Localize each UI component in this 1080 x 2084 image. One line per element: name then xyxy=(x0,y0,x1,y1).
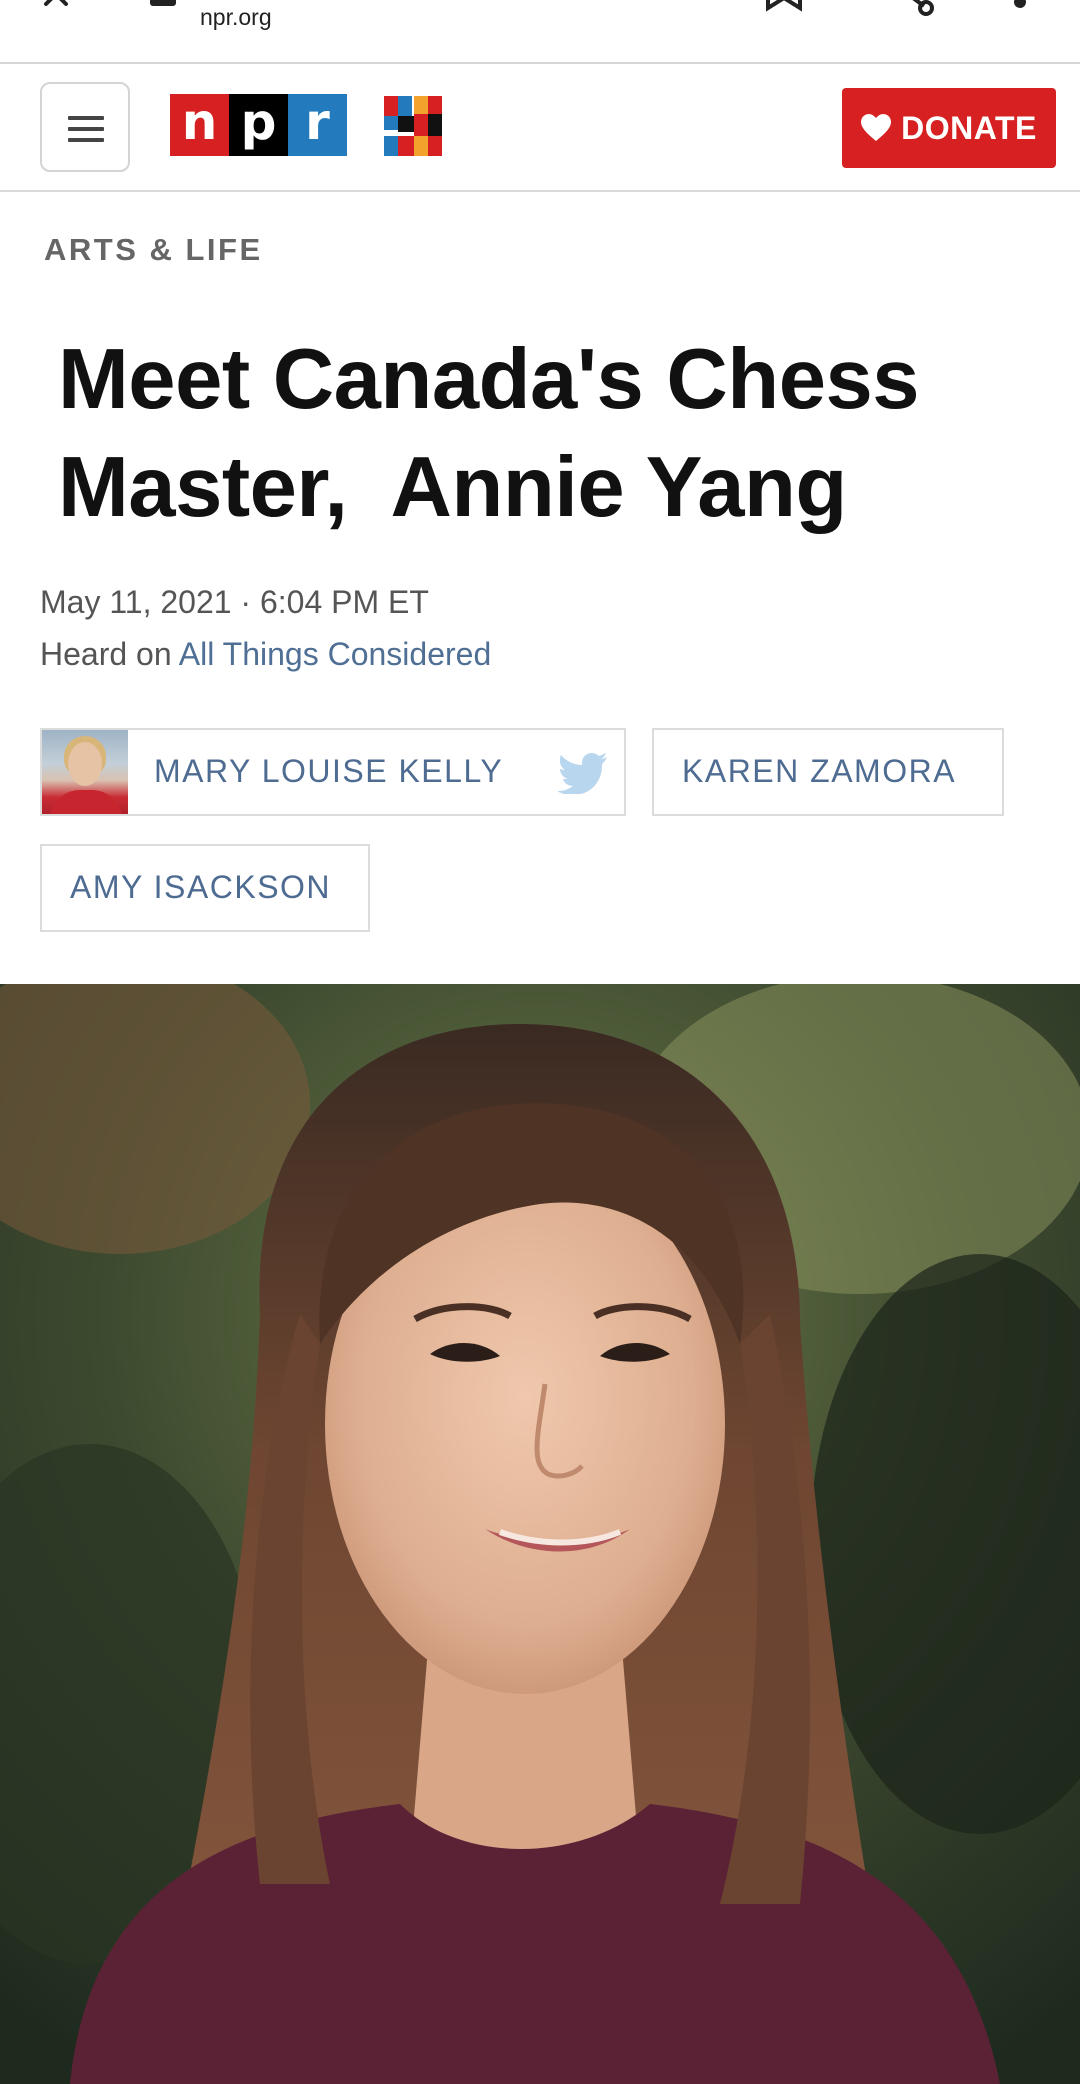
page-title: Meet Canada's Chess Master, Annie Yang xyxy=(58,332,920,535)
logo-letter-p: p xyxy=(229,94,288,156)
browser-toolbar: npr.org xyxy=(0,0,1080,64)
donate-button[interactable]: DONATE xyxy=(842,88,1056,168)
byline-name: AMY ISACKSON xyxy=(70,869,332,905)
byline-name: KAREN ZAMORA xyxy=(682,753,957,789)
donate-label: DONATE xyxy=(901,109,1037,146)
share-icon[interactable] xyxy=(898,0,934,16)
site-header: n p r DONATE xyxy=(0,66,1080,192)
npr-50-icon xyxy=(384,96,442,156)
byline-name: MARY LOUISE KELLY xyxy=(154,753,504,789)
section-label[interactable]: ARTS & LIFE xyxy=(44,232,263,268)
program-link[interactable]: All Things Considered xyxy=(179,636,491,672)
logo-letter-r: r xyxy=(288,94,347,156)
close-icon[interactable] xyxy=(40,0,84,12)
menu-button[interactable] xyxy=(40,82,130,172)
heard-on: Heard on All Things Considered xyxy=(40,636,491,673)
byline-amy-isackson[interactable]: AMY ISACKSON xyxy=(40,844,370,932)
more-icon[interactable] xyxy=(1014,0,1026,8)
twitter-icon[interactable] xyxy=(558,752,608,794)
heard-on-prefix: Heard on xyxy=(40,636,179,672)
article-date: May 11, 2021 · 6:04 PM ET xyxy=(40,584,429,620)
lead-photo[interactable] xyxy=(0,984,1080,2084)
npr-logo[interactable]: n p r xyxy=(170,94,347,156)
bookmark-icon[interactable] xyxy=(766,0,802,12)
avatar xyxy=(42,730,128,814)
byline-mary-louise-kelly[interactable]: MARY LOUISE KELLY xyxy=(40,728,626,816)
byline-karen-zamora[interactable]: KAREN ZAMORA xyxy=(652,728,1004,816)
hamburger-icon xyxy=(68,116,104,120)
logo-letter-n: n xyxy=(170,94,229,156)
url-text[interactable]: npr.org xyxy=(200,4,272,31)
heart-icon xyxy=(861,114,892,141)
lock-icon xyxy=(150,0,176,6)
